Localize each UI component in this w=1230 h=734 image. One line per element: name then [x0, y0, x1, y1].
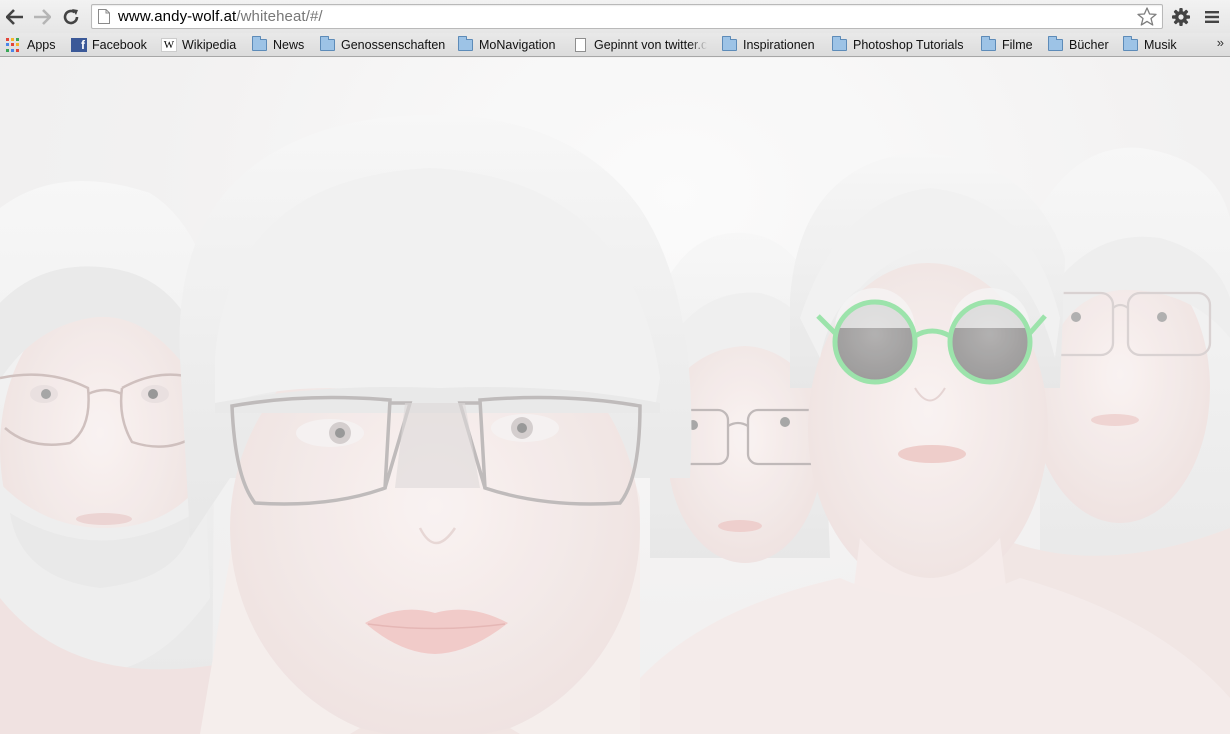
- folder-icon: [981, 36, 996, 51]
- menu-icon: [1205, 11, 1219, 23]
- facebook-icon: f: [71, 38, 87, 52]
- bookmark-folder-buecher[interactable]: Bücher: [1048, 36, 1109, 54]
- folder-icon: [832, 36, 847, 51]
- bookmark-label: MoNavigation: [479, 38, 556, 52]
- url-host: www.andy-wolf.at: [118, 8, 237, 25]
- back-arrow-icon: [6, 9, 23, 25]
- bookmark-label: Apps: [27, 38, 56, 52]
- page-icon: [575, 38, 586, 52]
- folder-icon: [320, 36, 335, 51]
- bookmark-label: Bücher: [1069, 38, 1109, 52]
- bookmark-label: News: [273, 38, 305, 52]
- bookmark-label: Genossenschaften: [341, 38, 446, 52]
- url-text: www.andy-wolf.at/whiteheat/#/: [118, 8, 323, 26]
- bookmark-label: Gepinnt von twitter.c: [594, 38, 708, 52]
- forward-arrow-icon: [34, 9, 51, 25]
- folder-icon: [1123, 36, 1138, 51]
- bookmark-folder-filme[interactable]: Filme: [981, 36, 1033, 54]
- bookmark-label: Wikipedia: [182, 38, 237, 52]
- bookmark-folder-inspirationen[interactable]: Inspirationen: [722, 36, 815, 54]
- folder-icon: [722, 36, 737, 51]
- bookmark-folder-monavigation[interactable]: MoNavigation: [458, 36, 555, 54]
- bookmark-label: Photoshop Tutorials: [853, 38, 964, 52]
- folder-icon: [458, 36, 473, 51]
- settings-button[interactable]: [1169, 5, 1193, 29]
- settings-gear-icon: [1172, 8, 1190, 26]
- reload-button[interactable]: [59, 5, 83, 29]
- bookmark-folder-musik[interactable]: Musik: [1123, 36, 1177, 54]
- folder-icon: [252, 36, 267, 51]
- models-illustration: [0, 58, 1230, 734]
- page-icon: [98, 9, 110, 24]
- bookmark-facebook[interactable]: f Facebook: [71, 36, 147, 54]
- back-button[interactable]: [3, 5, 27, 29]
- wikipedia-icon: W: [161, 38, 177, 52]
- bookmark-label: Facebook: [92, 38, 147, 52]
- folder-icon: [1048, 36, 1063, 51]
- address-bar[interactable]: www.andy-wolf.at/whiteheat/#/: [91, 4, 1163, 29]
- forward-button[interactable]: [30, 5, 54, 29]
- bookmark-folder-genossenschaften[interactable]: Genossenschaften: [320, 36, 445, 54]
- campaign-photo: [0, 58, 1230, 734]
- reload-icon: [63, 9, 79, 25]
- url-path: /whiteheat/#/: [236, 8, 323, 25]
- bookmark-apps[interactable]: Apps: [6, 36, 56, 54]
- bookmark-wikipedia[interactable]: W Wikipedia: [161, 36, 236, 54]
- menu-button[interactable]: [1200, 5, 1224, 29]
- bookmark-star-icon[interactable]: [1137, 7, 1157, 26]
- bookmark-label: Inspirationen: [743, 38, 815, 52]
- bookmarks-overflow-button[interactable]: »: [1217, 35, 1224, 50]
- bookmark-label: Musik: [1144, 38, 1177, 52]
- bookmark-folder-photoshop-tutorials[interactable]: Photoshop Tutorials: [832, 36, 964, 54]
- browser-toolbar: www.andy-wolf.at/whiteheat/#/: [0, 0, 1230, 33]
- bookmark-label: Filme: [1002, 38, 1033, 52]
- bookmark-folder-news[interactable]: News: [252, 36, 304, 54]
- bookmarks-bar: Apps f Facebook W Wikipedia News Genosse…: [0, 33, 1230, 57]
- bookmark-twitter-pin[interactable]: Gepinnt von twitter.c: [573, 36, 707, 54]
- apps-grid-icon: [6, 38, 22, 52]
